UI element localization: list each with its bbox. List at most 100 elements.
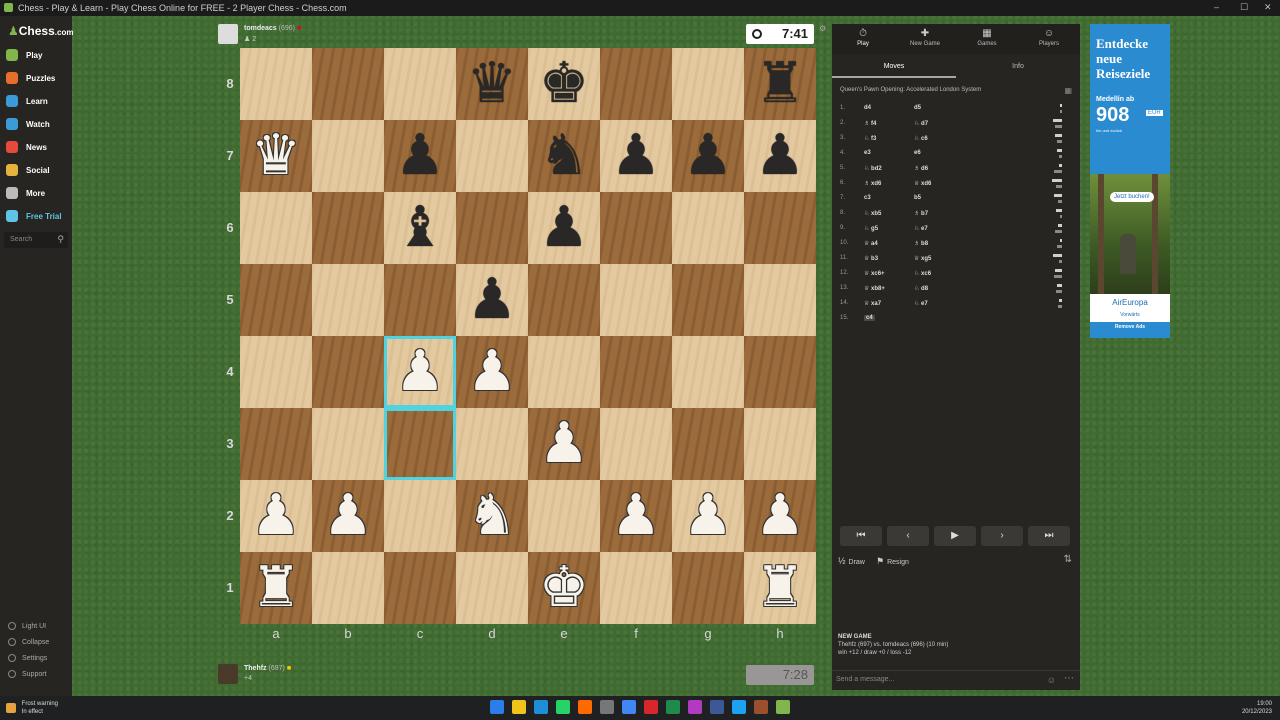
white-move[interactable]: ♕ b3 xyxy=(864,255,878,262)
square-h2[interactable]: ♟ xyxy=(744,480,816,552)
square-g5[interactable] xyxy=(672,264,744,336)
square-d7[interactable] xyxy=(456,120,528,192)
sidebar-item-news[interactable]: News xyxy=(6,138,47,156)
taskbar-app-icon[interactable] xyxy=(710,700,724,714)
square-d1[interactable] xyxy=(456,552,528,624)
black-pawn-piece[interactable]: ♟ xyxy=(600,120,672,192)
weather-widget[interactable]: Frost warning In effect xyxy=(6,700,58,716)
square-e8[interactable]: ♚ xyxy=(528,48,600,120)
black-pawn-piece[interactable]: ♟ xyxy=(528,192,600,264)
settings-gear-icon[interactable]: ⚙ xyxy=(819,24,826,33)
tab-players[interactable]: ☺ Players xyxy=(1018,28,1080,47)
black-move[interactable]: ♗ d6 xyxy=(914,165,928,172)
square-a3[interactable] xyxy=(240,408,312,480)
book-icon[interactable]: ▦ xyxy=(1064,86,1072,95)
white-move[interactable]: c4 xyxy=(864,315,875,321)
black-pawn-piece[interactable]: ♟ xyxy=(672,120,744,192)
maximize-button[interactable]: ☐ xyxy=(1240,2,1248,13)
sidebar-item-watch[interactable]: Watch xyxy=(6,115,50,133)
white-king-piece[interactable]: ♚ xyxy=(528,552,600,624)
black-knight-piece[interactable]: ♞ xyxy=(528,120,600,192)
white-rook-piece[interactable]: ♜ xyxy=(744,552,816,624)
square-b2[interactable]: ♟ xyxy=(312,480,384,552)
square-a5[interactable] xyxy=(240,264,312,336)
square-c2[interactable] xyxy=(384,480,456,552)
square-f2[interactable]: ♟ xyxy=(600,480,672,552)
black-move[interactable]: ♘ d8 xyxy=(914,285,928,292)
black-move[interactable]: ♕ xd6 xyxy=(914,180,931,187)
square-d2[interactable]: ♞ xyxy=(456,480,528,552)
square-h5[interactable] xyxy=(744,264,816,336)
more-options-icon[interactable]: ⋯ xyxy=(1064,673,1074,684)
square-a2[interactable]: ♟ xyxy=(240,480,312,552)
white-move[interactable]: d4 xyxy=(864,105,871,111)
black-pawn-piece[interactable]: ♟ xyxy=(456,264,528,336)
subtab-info[interactable]: Info xyxy=(956,63,1080,70)
black-move[interactable]: ♘ c6 xyxy=(914,135,928,142)
white-pawn-piece[interactable]: ♟ xyxy=(456,336,528,408)
square-a1[interactable]: ♜ xyxy=(240,552,312,624)
tab-games[interactable]: ▦ Games xyxy=(956,28,1018,47)
square-a6[interactable] xyxy=(240,192,312,264)
light-ui-toggle[interactable]: Light UI xyxy=(8,622,46,630)
white-move[interactable]: ♕ xc6+ xyxy=(864,270,885,277)
taskbar-app-icon[interactable] xyxy=(490,700,504,714)
square-h1[interactable]: ♜ xyxy=(744,552,816,624)
white-pawn-piece[interactable]: ♟ xyxy=(312,480,384,552)
taskbar-app-icon[interactable] xyxy=(600,700,614,714)
taskbar-app-icon[interactable] xyxy=(512,700,526,714)
square-d8[interactable]: ♛ xyxy=(456,48,528,120)
square-b7[interactable] xyxy=(312,120,384,192)
square-g8[interactable] xyxy=(672,48,744,120)
square-g7[interactable]: ♟ xyxy=(672,120,744,192)
square-c7[interactable]: ♟ xyxy=(384,120,456,192)
black-bishop-piece[interactable]: ♝ xyxy=(384,192,456,264)
square-c1[interactable] xyxy=(384,552,456,624)
draw-button[interactable]: ½ Draw xyxy=(838,556,865,566)
taskbar-app-icon[interactable] xyxy=(776,700,790,714)
sidebar-item-learn[interactable]: Learn xyxy=(6,92,48,110)
white-pawn-piece[interactable]: ♟ xyxy=(744,480,816,552)
black-move[interactable]: ♘ e7 xyxy=(914,300,928,307)
square-g2[interactable]: ♟ xyxy=(672,480,744,552)
white-move[interactable]: ♘ xb5 xyxy=(864,210,881,217)
close-button[interactable]: ✕ xyxy=(1264,2,1272,13)
chess-board[interactable]: ♛ ♚ ♜ ♛ ♟ ♞ ♟ ♟ ♟ ♝ ♟ ♟ ♟ ♟ ♟ ♟ ♟ ♞ ♟ ♟ ♟ ♜ ♚ ♜ xyxy=(240,48,816,624)
square-g4[interactable] xyxy=(672,336,744,408)
black-move[interactable]: ♗ b8 xyxy=(914,240,928,247)
black-move[interactable]: e6 xyxy=(914,150,921,156)
square-d4[interactable]: ♟ xyxy=(456,336,528,408)
taskbar-app-icon[interactable] xyxy=(688,700,702,714)
minimize-button[interactable]: – xyxy=(1214,2,1219,12)
first-move-button[interactable]: ⏮ xyxy=(840,526,882,546)
square-b5[interactable] xyxy=(312,264,384,336)
square-c8[interactable] xyxy=(384,48,456,120)
black-pawn-piece[interactable]: ♟ xyxy=(744,120,816,192)
square-f4[interactable] xyxy=(600,336,672,408)
white-move[interactable]: ♗ xd6 xyxy=(864,180,881,187)
square-f5[interactable] xyxy=(600,264,672,336)
white-pawn-piece[interactable]: ♟ xyxy=(672,480,744,552)
square-b8[interactable] xyxy=(312,48,384,120)
square-c5[interactable] xyxy=(384,264,456,336)
black-move[interactable]: d5 xyxy=(914,105,921,111)
sidebar-item-more[interactable]: More xyxy=(6,184,45,202)
black-rook-piece[interactable]: ♜ xyxy=(744,48,816,120)
play-moves-button[interactable]: ▶ xyxy=(934,526,976,546)
previous-move-button[interactable]: ‹ xyxy=(887,526,929,546)
white-queen-piece[interactable]: ♛ xyxy=(240,120,312,192)
black-move[interactable]: ♘ d7 xyxy=(914,120,928,127)
square-b3[interactable] xyxy=(312,408,384,480)
taskbar-app-icon[interactable] xyxy=(732,700,746,714)
square-e4[interactable] xyxy=(528,336,600,408)
flip-board-icon[interactable]: ⇅ xyxy=(1064,554,1072,565)
taskbar-app-icon[interactable] xyxy=(644,700,658,714)
taskbar-app-icon[interactable] xyxy=(754,700,768,714)
square-d5[interactable]: ♟ xyxy=(456,264,528,336)
white-move[interactable]: ♗ f4 xyxy=(864,120,876,127)
sidebar-item-puzzles[interactable]: Puzzles xyxy=(6,69,55,87)
sidebar-item-play[interactable]: Play xyxy=(6,46,42,64)
subtab-moves[interactable]: Moves xyxy=(832,63,956,78)
settings-button[interactable]: Settings xyxy=(8,654,47,662)
white-move[interactable]: e3 xyxy=(864,150,871,156)
